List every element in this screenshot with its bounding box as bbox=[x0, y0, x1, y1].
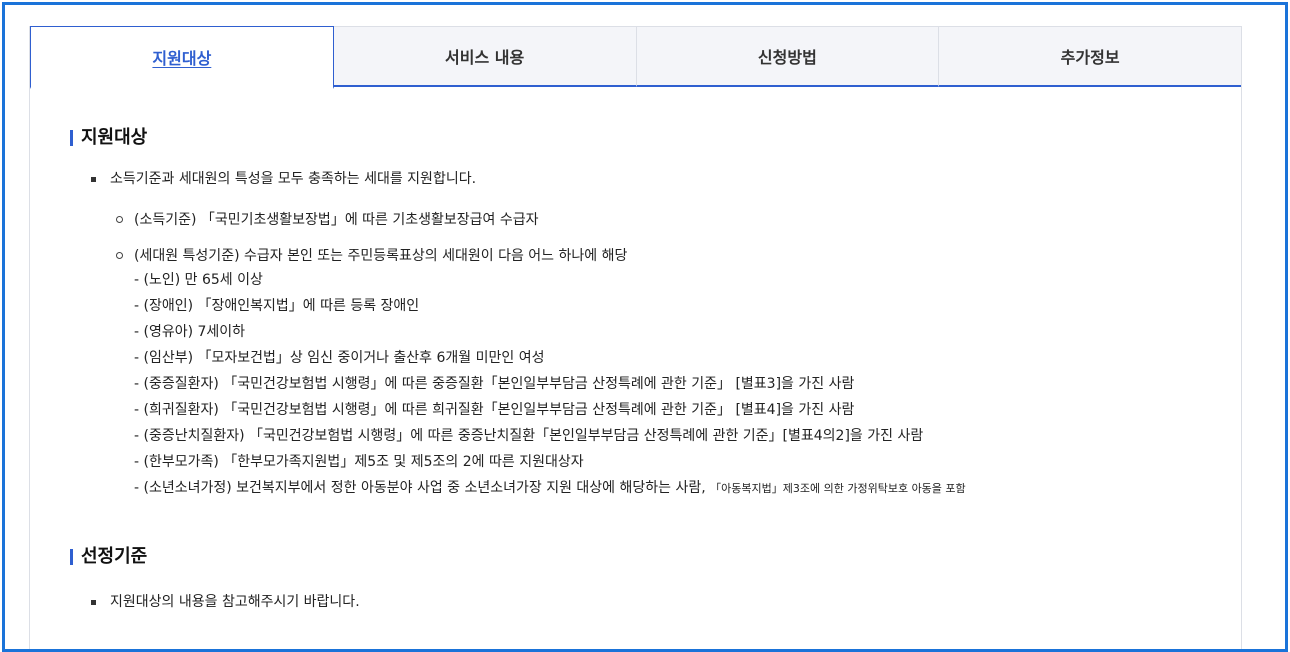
circle-bullet-icon bbox=[116, 216, 123, 223]
title-accent-bar bbox=[70, 130, 73, 146]
list-item: 지원대상의 내용을 참고해주시기 바랍니다. bbox=[70, 592, 1220, 612]
member-item: - (중증난치질환자) 「국민건강보험법 시행령」에 따른 중증난치질환「본인일… bbox=[134, 428, 924, 444]
circle-bullet-icon bbox=[116, 252, 123, 259]
list-item: (소득기준) 「국민기초생활보장법」에 따른 기초생활보장급여 수급자 bbox=[70, 210, 1220, 230]
tab-eligibility[interactable]: 지원대상 bbox=[30, 26, 334, 89]
section-title-eligibility: 지원대상 bbox=[70, 126, 1220, 150]
member-item: - (노인) 만 65세 이상 bbox=[134, 272, 263, 288]
section-title-text: 선정기준 bbox=[81, 546, 148, 567]
screenshot-frame: 지원대상 서비스 내용 신청방법 추가정보 지원대상 소득기준과 세대원의 특성… bbox=[2, 2, 1288, 652]
member-item: - (영유아) 7세이하 bbox=[134, 324, 246, 340]
tab-content: 지원대상 소득기준과 세대원의 특성을 모두 충족하는 세대를 지원합니다. (… bbox=[70, 126, 1220, 612]
member-criterion-heading: (세대원 특성기준) 수급자 본인 또는 주민등록표상의 세대원이 다음 어느 … bbox=[134, 248, 628, 264]
content-panel: 지원대상 서비스 내용 신청방법 추가정보 지원대상 소득기준과 세대원의 특성… bbox=[29, 26, 1242, 649]
tab-application-method[interactable]: 신청방법 bbox=[636, 26, 940, 87]
section-title-criteria: 선정기준 bbox=[70, 545, 1220, 569]
member-item: - (중증질환자) 「국민건강보험법 시행령」에 따른 중증질환「본인일부부담금… bbox=[134, 376, 855, 392]
member-item: - (소년소녀가정) 보건복지부에서 정한 아동분야 사업 중 소년소녀가장 지… bbox=[70, 475, 1220, 501]
member-list: - (노인) 만 65세 이상 - (장애인) 「장애인복지법」에 따른 등록 … bbox=[70, 267, 1220, 501]
member-item: - (장애인) 「장애인복지법」에 따른 등록 장애인 bbox=[134, 298, 420, 314]
member-item: - (임산부) 「모자보건법」상 임신 중이거나 출산후 6개월 미만인 여성 bbox=[134, 350, 545, 366]
member-item: - (희귀질환자) 「국민건강보험법 시행령」에 따른 희귀질환「본인일부부담금… bbox=[134, 402, 855, 418]
tab-bar: 지원대상 서비스 내용 신청방법 추가정보 bbox=[30, 26, 1241, 89]
square-bullet-icon bbox=[91, 600, 96, 605]
tab-service-content[interactable]: 서비스 내용 bbox=[333, 26, 637, 87]
title-accent-bar bbox=[70, 549, 73, 565]
member-item-note: 「아동복지법」제3조에 의한 가정위탁보호 아동을 포함 bbox=[710, 482, 966, 495]
tab-additional-info[interactable]: 추가정보 bbox=[939, 26, 1241, 87]
section-title-text: 지원대상 bbox=[81, 127, 148, 148]
eligibility-intro: 소득기준과 세대원의 특성을 모두 충족하는 세대를 지원합니다. bbox=[110, 171, 477, 187]
member-item: - (한부모가족) 「한부모가족지원법」제5조 및 제5조의 2에 따른 지원대… bbox=[134, 454, 584, 470]
square-bullet-icon bbox=[91, 177, 96, 182]
criteria-text: 지원대상의 내용을 참고해주시기 바랍니다. bbox=[110, 594, 360, 610]
list-item: 소득기준과 세대원의 특성을 모두 충족하는 세대를 지원합니다. bbox=[70, 169, 1220, 189]
member-item-text: - (소년소녀가정) 보건복지부에서 정한 아동분야 사업 중 소년소녀가장 지… bbox=[134, 480, 711, 496]
income-criterion: (소득기준) 「국민기초생활보장법」에 따른 기초생활보장급여 수급자 bbox=[134, 212, 539, 228]
list-item: (세대원 특성기준) 수급자 본인 또는 주민등록표상의 세대원이 다음 어느 … bbox=[70, 246, 1220, 266]
